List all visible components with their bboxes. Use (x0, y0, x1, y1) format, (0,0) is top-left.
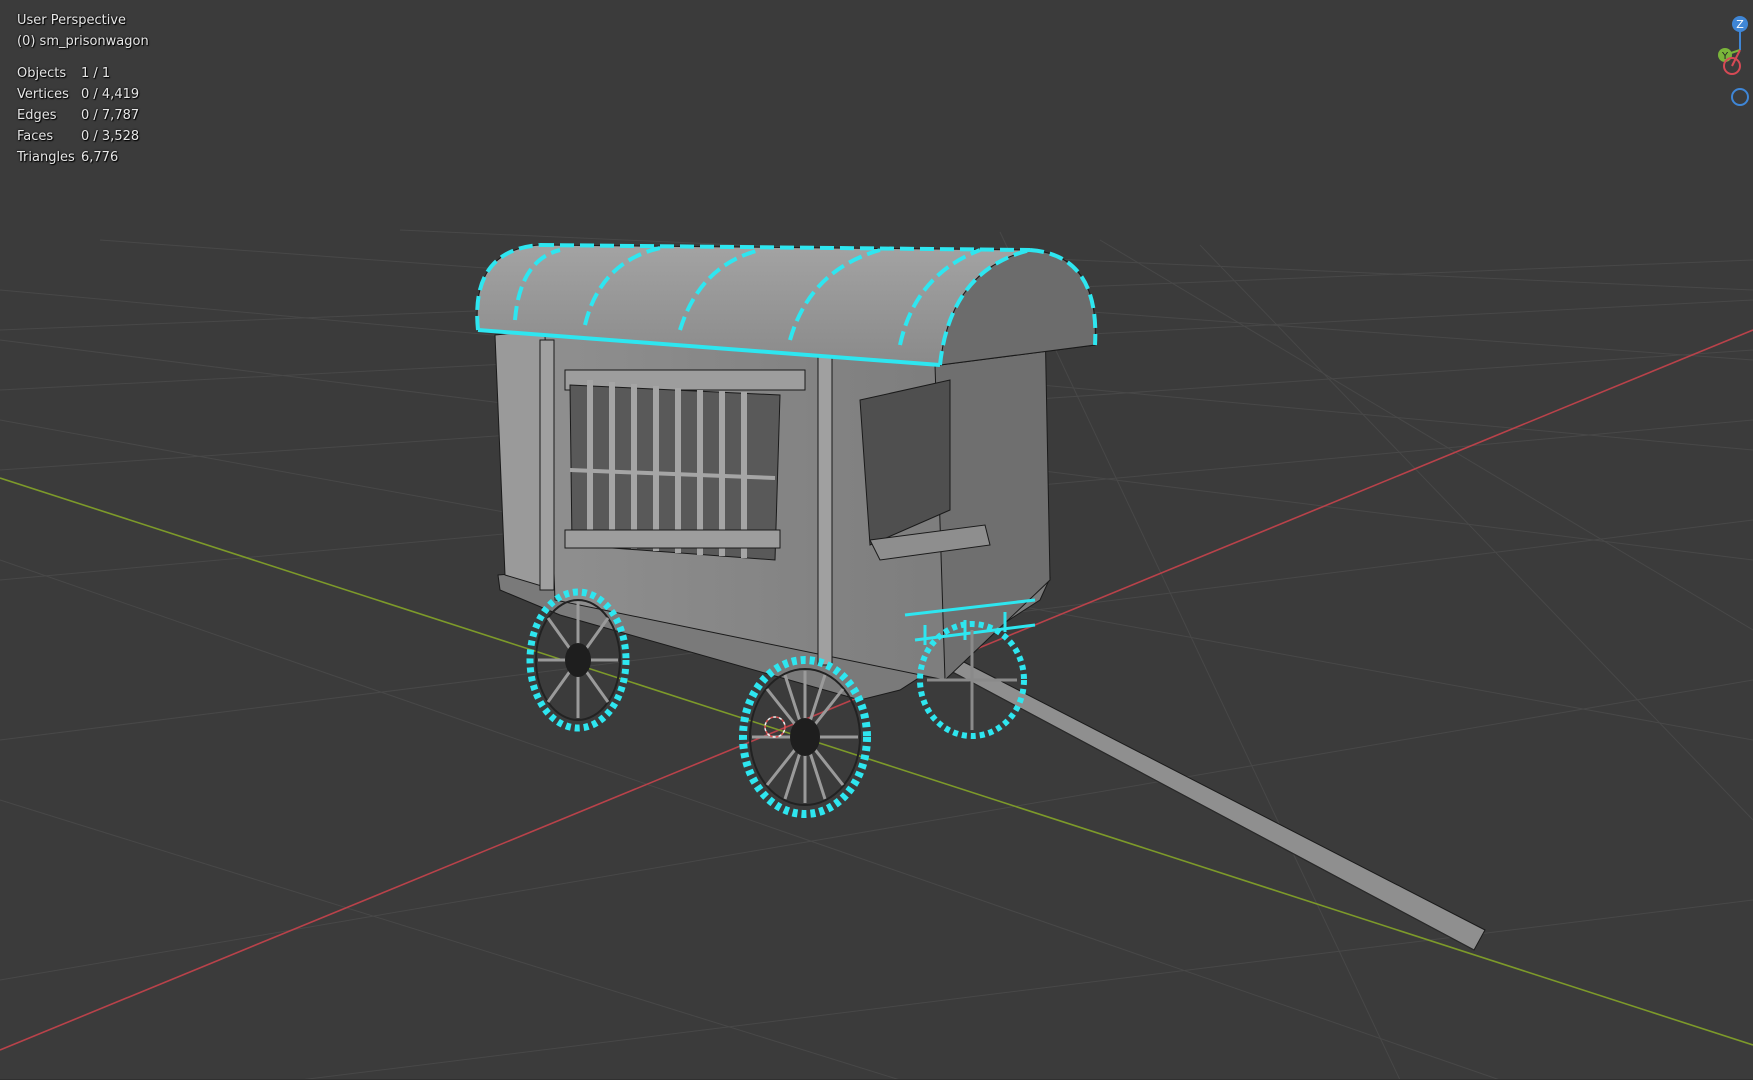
stat-value: 6,776 (81, 150, 119, 165)
navigation-gizmo-icon[interactable]: Z Y (1693, 0, 1753, 110)
gizmo-neg-z-handle (1731, 88, 1749, 106)
prison-wagon-mesh (475, 243, 1486, 951)
stat-label: Triangles (17, 150, 75, 165)
stat-label: Faces (17, 129, 54, 144)
stat-value: 0 / 7,787 (81, 108, 140, 123)
stat-label: Vertices (17, 87, 69, 102)
view-name: User Perspective (17, 13, 127, 28)
front-wheel (739, 656, 871, 818)
3d-viewport[interactable]: User Perspective (0) sm_prisonwagon Obje… (0, 0, 1753, 1080)
stat-value: 0 / 4,419 (81, 87, 140, 102)
stat-row-objects: Objects 1 / 1 (17, 63, 149, 84)
active-object-name: (0) sm_prisonwagon (17, 34, 149, 49)
stat-label: Edges (17, 108, 57, 123)
viewport-scene[interactable] (0, 0, 1753, 1080)
stat-row-triangles: Triangles 6,776 (17, 147, 149, 168)
stat-label: Objects (17, 66, 67, 81)
stat-row-edges: Edges 0 / 7,787 (17, 105, 149, 126)
stat-row-faces: Faces 0 / 3,528 (17, 126, 149, 147)
stat-value: 0 / 3,528 (81, 129, 140, 144)
rear-wheel (526, 588, 630, 732)
stat-value: 1 / 1 (81, 66, 111, 81)
scene-statistics: Objects 1 / 1 Vertices 0 / 4,419 Edges 0… (17, 63, 149, 168)
stat-row-vertices: Vertices 0 / 4,419 (17, 84, 149, 105)
viewport-info-overlay: User Perspective (0) sm_prisonwagon Obje… (17, 10, 149, 168)
gizmo-z-label: Z (1736, 18, 1744, 31)
